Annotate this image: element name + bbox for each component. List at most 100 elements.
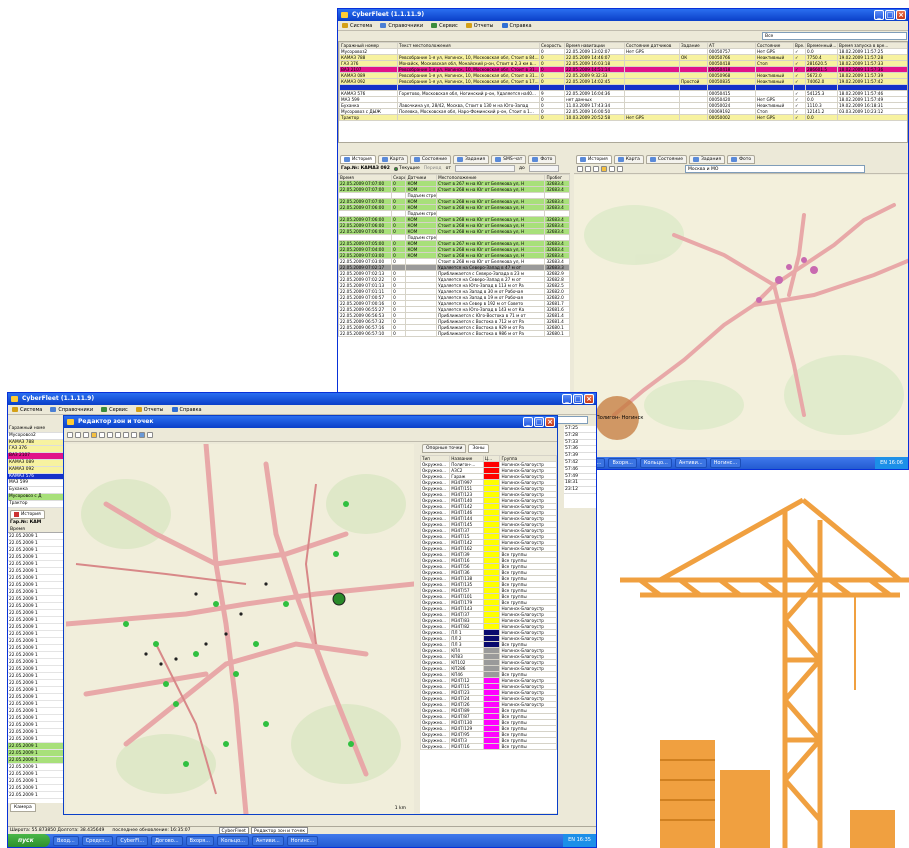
history-row[interactable]: 22.05.2009 1: [8, 701, 68, 708]
list-item[interactable]: Трактор: [8, 500, 68, 508]
menu-front-4[interactable]: Справка: [171, 405, 202, 414]
history-row[interactable]: 22.05.2009 1: [8, 533, 68, 540]
menu-front-0[interactable]: Система: [12, 405, 42, 414]
history-row[interactable]: 22.05.2009 1: [8, 617, 68, 624]
list-item[interactable]: КАМАЗ 092: [8, 466, 68, 474]
tab-history-5[interactable]: Фото: [528, 155, 557, 164]
maximize-button[interactable]: □: [534, 417, 544, 427]
taskbar-item[interactable]: Кольцо...: [216, 835, 249, 846]
history-row[interactable]: 22.05.2009 1: [8, 771, 68, 778]
tab-history[interactable]: История: [10, 510, 45, 519]
status-tab[interactable]: Редактор зон и точек: [250, 827, 309, 834]
history-row[interactable]: 22.05.2009 1: [8, 736, 68, 743]
history-row[interactable]: 22.05.2009 1: [8, 785, 68, 792]
history-row[interactable]: 22.05.2009 1: [8, 687, 68, 694]
tab-map-2[interactable]: Состояние: [645, 155, 687, 164]
layers-icon[interactable]: [123, 431, 129, 438]
start-button[interactable]: пуск: [8, 834, 50, 847]
taskbar-item[interactable]: Антиви...: [674, 458, 707, 468]
hand-tool-icon[interactable]: [67, 431, 73, 438]
tab-camera[interactable]: Камера: [10, 803, 36, 812]
taskbar-item[interactable]: Ногинс...: [286, 835, 319, 846]
tab-map-3[interactable]: Задания: [689, 155, 726, 164]
menu-front-1[interactable]: Справочники: [50, 405, 93, 414]
tray-lang[interactable]: EN: [568, 837, 575, 843]
taskbar-item[interactable]: Вхоря...: [608, 458, 637, 468]
history-row[interactable]: 22.05.2009 1: [8, 729, 68, 736]
history-row[interactable]: 22.05.2009 1: [8, 694, 68, 701]
zoom-in-icon[interactable]: [585, 165, 591, 172]
taskbar-item[interactable]: CyberFl...: [116, 835, 149, 846]
table-row[interactable]: Трактор 0 10.03.2009 20:52:58 Нет GPS 000500…: [339, 114, 907, 121]
menu-front-2[interactable]: Сервис: [101, 405, 128, 414]
history-row[interactable]: 22.05.2009 1: [8, 659, 68, 666]
list-item[interactable]: ВАЗ 2107: [8, 453, 68, 460]
tab-history-4[interactable]: SMS-чат: [491, 155, 527, 164]
minimize-button[interactable]: _: [874, 10, 884, 20]
tab-map-1[interactable]: Карта: [613, 155, 644, 164]
refresh-icon[interactable]: [147, 431, 153, 438]
taskbar-item[interactable]: Догово...: [151, 835, 183, 846]
settings-icon[interactable]: [617, 165, 623, 172]
history-row[interactable]: 22.05.2009 1: [8, 673, 68, 680]
zone-tab-1[interactable]: Зоны: [468, 444, 489, 453]
history-row[interactable]: 22.05.2009 1: [8, 624, 68, 631]
zoom-out-icon[interactable]: [593, 165, 599, 172]
history-row[interactable]: 22.05.2009 1: [8, 589, 68, 596]
menu-back-0[interactable]: Система: [342, 21, 372, 30]
front-window-titlebar[interactable]: CyberFleet (1.1.11.9) _ □ ×: [8, 393, 596, 405]
polygon-tool-icon[interactable]: [107, 431, 113, 438]
tab-history-3[interactable]: Задания: [453, 155, 490, 164]
taskbar-item[interactable]: Антиви...: [251, 835, 284, 846]
close-button[interactable]: ×: [584, 394, 594, 404]
list-item[interactable]: Буханка: [8, 487, 68, 494]
history-row[interactable]: 22.05.2009 1: [8, 554, 68, 561]
history-row[interactable]: 22.05.2009 1: [8, 568, 68, 575]
history-row[interactable]: 22.05.2009 1: [8, 708, 68, 715]
tab-map-4[interactable]: Фото: [727, 155, 756, 164]
back-window-titlebar[interactable]: CyberFleet (1.1.11.9) _ □ ×: [338, 9, 908, 21]
history-row[interactable]: 22.05.2009 1: [8, 582, 68, 589]
status-tab[interactable]: CyberFleet: [218, 827, 249, 834]
zone-icon[interactable]: [91, 431, 97, 438]
list-item[interactable]: Мусоровоз2: [8, 432, 68, 440]
current-radio[interactable]: Текущие: [393, 166, 420, 171]
taskbar-item[interactable]: Вхоря...: [185, 835, 214, 846]
history-row[interactable]: 22.05.2009 1: [8, 547, 68, 554]
settings-icon[interactable]: [131, 431, 137, 438]
column-header[interactable]: Временный...: [805, 42, 838, 49]
tab-history-0[interactable]: История: [340, 155, 376, 164]
menu-back-2[interactable]: Сервис: [431, 21, 458, 30]
period-radio[interactable]: Период: [424, 166, 442, 171]
history-row[interactable]: 22.05.2009 1: [8, 596, 68, 603]
history-row[interactable]: 22.05.2009 1: [8, 757, 68, 764]
menu-back-4[interactable]: Справка: [501, 21, 532, 30]
region-select[interactable]: Москва и МО: [685, 164, 865, 173]
list-item[interactable]: Мусоровоз с Д: [8, 493, 68, 501]
history-row[interactable]: 22.05.2009 1: [8, 638, 68, 645]
point-tool-icon[interactable]: [115, 431, 121, 438]
history-row[interactable]: 22.05.2009 1: [8, 666, 68, 673]
history-row[interactable]: 22.05.2009 1: [8, 715, 68, 722]
close-button[interactable]: ×: [545, 417, 555, 427]
column-header[interactable]: Вре...: [793, 42, 806, 49]
history-row[interactable]: 22.05.2009 1: [8, 631, 68, 638]
taskbar-item[interactable]: Вход...: [53, 835, 79, 846]
history-row[interactable]: 22.05.2009 1: [8, 680, 68, 687]
history-column-header[interactable]: Скорость: [391, 174, 407, 181]
back-map[interactable]: Полигон- Ногинск: [574, 175, 908, 450]
zone-editor-map[interactable]: 1 km: [66, 444, 414, 814]
history-row[interactable]: 22.05.2009 1: [8, 540, 68, 547]
zone-editor-titlebar[interactable]: Редактор зон и точек _ □ ×: [64, 416, 557, 428]
zone-row[interactable]: Окружно... М24Т/16 Все группы: [420, 743, 557, 750]
menu-back-1[interactable]: Справочники: [380, 21, 423, 30]
history-row[interactable]: 22.05.2009 1: [8, 792, 68, 799]
menu-back-3[interactable]: Отчеты: [465, 21, 494, 30]
history-row[interactable]: 22.05.2009 1: [8, 750, 68, 757]
list-item[interactable]: КАМАЗ 089: [8, 459, 68, 467]
zoom-in-icon[interactable]: [75, 431, 81, 438]
to-input[interactable]: [528, 165, 559, 172]
taskbar-item[interactable]: Кольцо...: [639, 458, 672, 468]
taskbar-item[interactable]: Средст...: [81, 835, 114, 846]
zone-icon[interactable]: [601, 165, 607, 172]
